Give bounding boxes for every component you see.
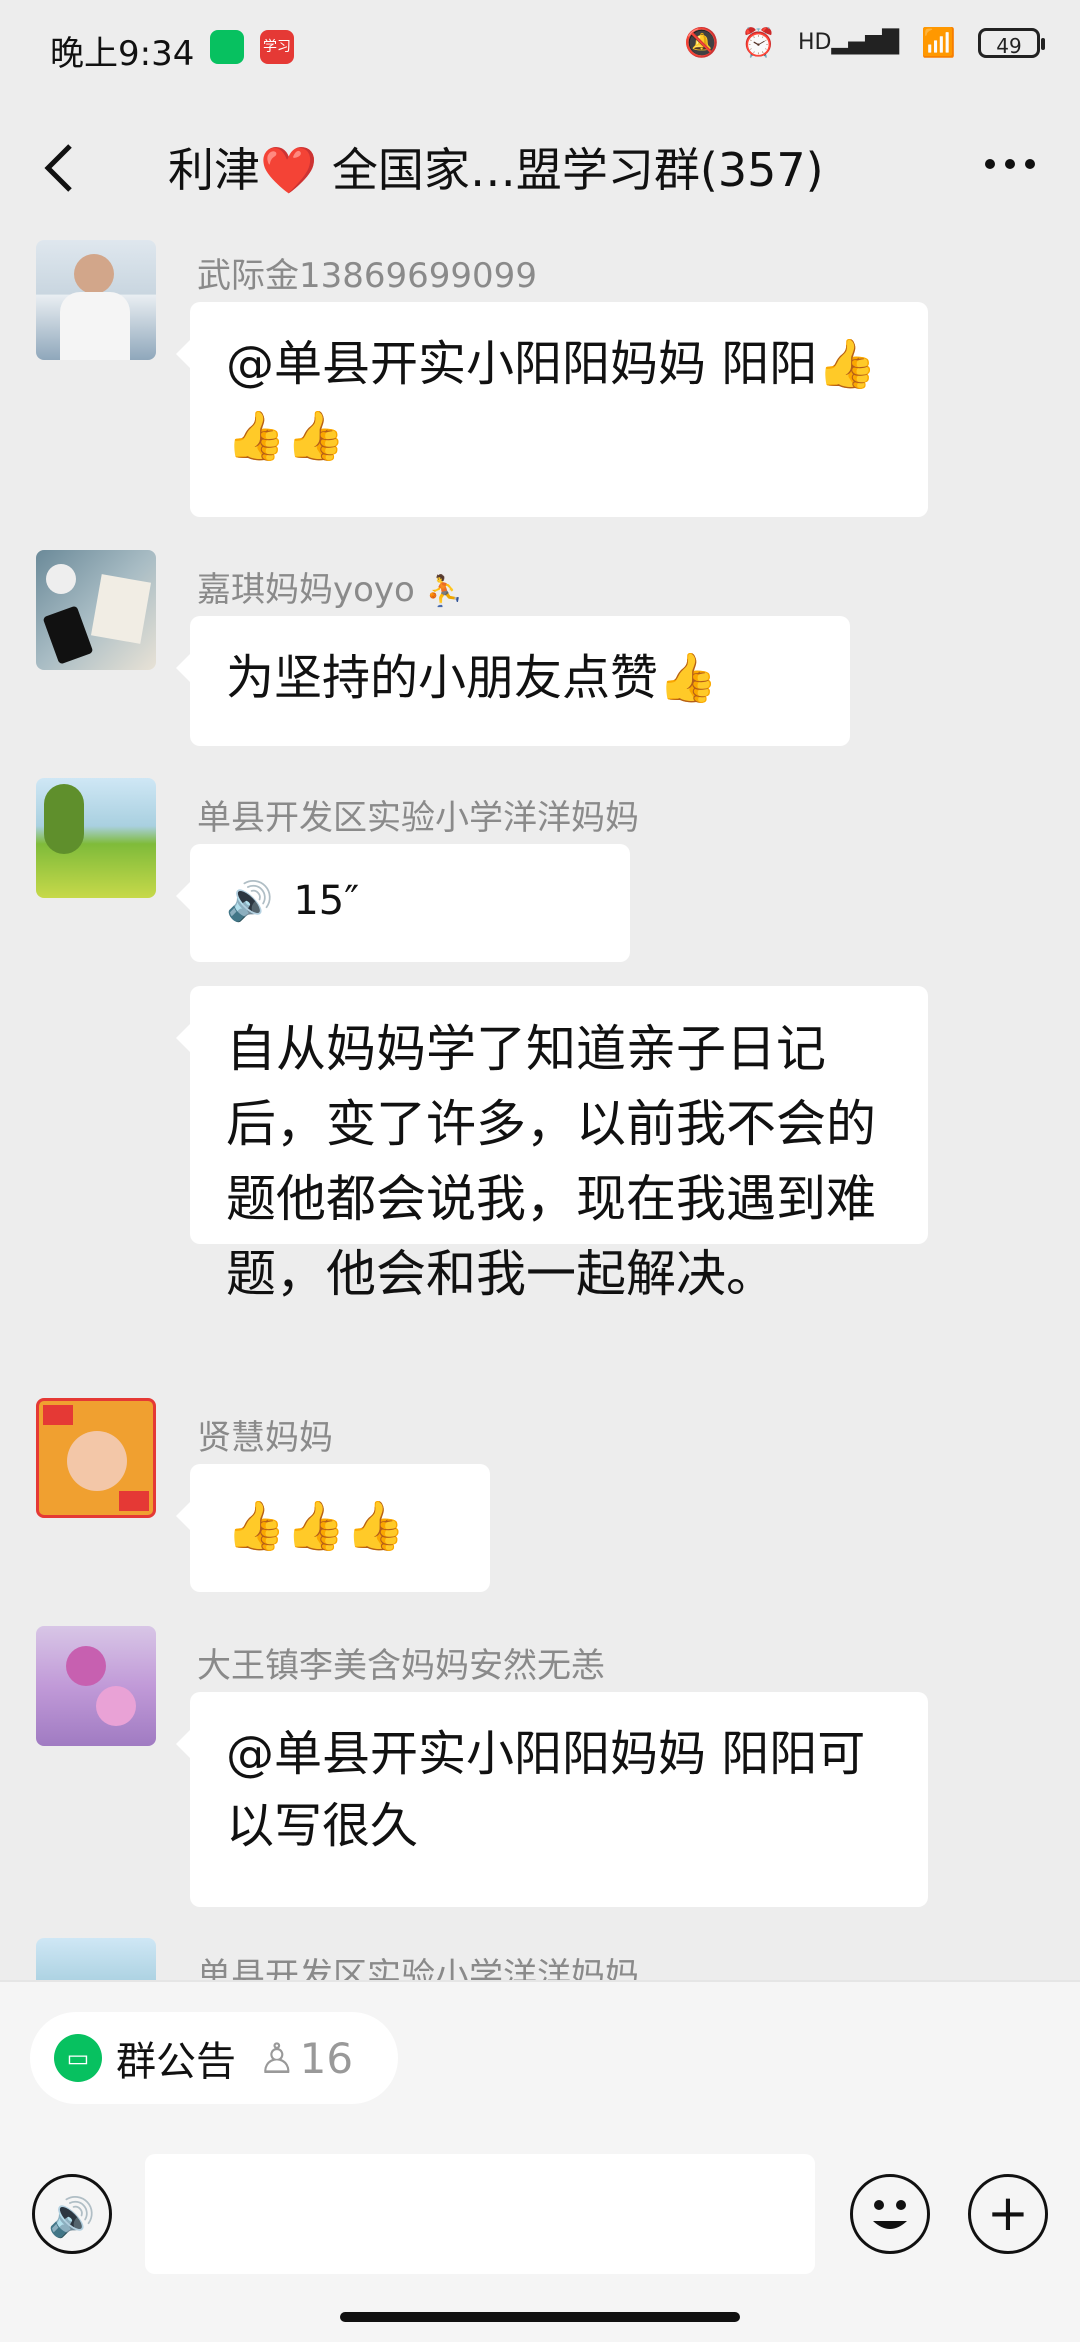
bottom-bar: ▭ 群公告 ♙ 16 🔊 + [0,1980,1080,2342]
voice-input-button[interactable]: 🔊 [32,2174,112,2254]
avatar[interactable] [36,1938,156,1980]
avatar[interactable] [36,550,156,670]
sender-name: 贤慧妈妈 [197,1418,333,1458]
back-button[interactable] [40,138,100,198]
voice-message[interactable]: 🔊 15″ [176,844,630,962]
tag-icon: ⛹ [425,574,464,609]
message-bubble[interactable]: @单县开实小阳阳妈妈 阳阳可以写很久 [176,1692,928,1907]
avatar[interactable] [36,1398,156,1518]
emoji-button[interactable] [850,2174,930,2254]
sender-name: 武际金13869699099 [197,256,537,296]
voice-duration: 15″ [293,878,360,924]
voice-icon: 🔊 [48,2195,96,2239]
sender-name: 单县开发区实验小学洋洋妈妈 [197,798,639,838]
notice-icon: ▭ [54,2034,102,2082]
avatar[interactable] [36,778,156,898]
chat-area[interactable]: 武际金13869699099 @单县开实小阳阳妈妈 阳阳👍👍👍 嘉琪妈妈yoyo… [0,230,1080,1980]
sender-name: 嘉琪妈妈yoyo ⛹ [197,570,464,610]
group-notice-button[interactable]: ▭ 群公告 ♙ 16 [30,2012,398,2104]
sender-name: 大王镇李美含妈妈安然无恙 [197,1646,605,1686]
person-icon: ♙ [258,2033,296,2083]
alarm-icon: ⏰ [741,26,776,59]
plus-icon: + [987,2184,1029,2242]
notice-label: 群公告 [116,2039,236,2085]
sender-name: 单县开发区实验小学洋洋妈妈 [197,1956,639,1980]
home-indicator[interactable] [340,2312,740,2322]
status-bar: 晚上9:34 学习 🔕 ⏰ HD▂▄▆█ 📶 49 [0,0,1080,100]
message-input[interactable] [145,2154,815,2274]
message-bubble[interactable]: 👍👍👍 [176,1464,490,1592]
add-button[interactable]: + [968,2174,1048,2254]
voice-wave-icon: 🔊 [226,878,274,923]
signal-icon: HD▂▄▆█ [797,30,900,55]
chevron-left-icon [44,144,72,192]
battery-icon: 49 [978,27,1045,58]
title-bar: 利津❤️ 全国家…盟学习群(357) [0,110,1080,230]
xuexi-notification-icon: 学习 [260,30,294,64]
more-icon [985,159,1035,169]
message-bubble[interactable]: 为坚持的小朋友点赞👍 [176,616,850,746]
message-bubble[interactable]: @单县开实小阳阳妈妈 阳阳👍👍👍 [176,302,928,517]
notice-count: ♙ 16 [258,2033,354,2083]
message-bubble[interactable]: 自从妈妈学了知道亲子日记后，变了许多，以前我不会的题他都会说我，现在我遇到难题，… [176,986,928,1303]
status-time: 晚上9:34 [50,34,195,74]
wifi-icon: 📶 [921,26,956,59]
mute-icon: 🔕 [684,26,720,59]
wechat-notification-icon [210,30,244,64]
avatar[interactable] [36,1626,156,1746]
chat-title: 利津❤️ 全国家…盟学习群(357) [168,143,824,197]
emoji-icon [873,2200,907,2229]
status-icons: 🔕 ⏰ HD▂▄▆█ 📶 49 [684,26,1045,59]
more-button[interactable] [980,134,1040,205]
avatar[interactable] [36,240,156,360]
